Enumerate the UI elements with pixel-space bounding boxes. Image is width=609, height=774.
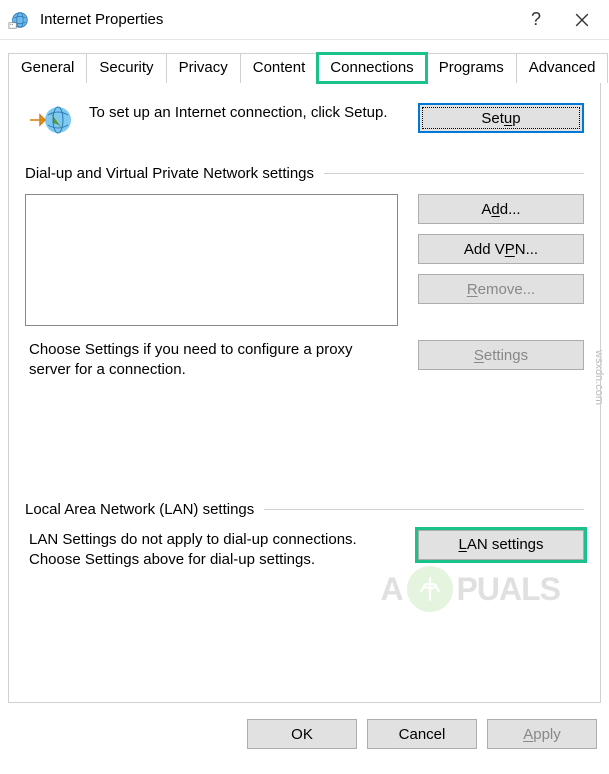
tab-panel-connections: To set up an Internet connection, click … — [8, 82, 601, 703]
tab-programs[interactable]: Programs — [426, 53, 517, 83]
remove-button: Remove... — [418, 274, 584, 304]
window-title: Internet Properties — [40, 11, 513, 28]
apply-button: Apply — [487, 719, 597, 749]
help-button[interactable]: ? — [513, 1, 559, 39]
dialup-group-label: Dial-up and Virtual Private Network sett… — [25, 165, 314, 182]
divider — [264, 509, 584, 510]
add-vpn-button[interactable]: Add VPN... — [418, 234, 584, 264]
internet-options-icon — [8, 9, 30, 31]
setup-button[interactable]: Setup — [418, 103, 584, 133]
tab-security[interactable]: Security — [86, 53, 166, 83]
connections-listbox[interactable] — [25, 194, 398, 326]
tab-advanced[interactable]: Advanced — [516, 53, 609, 83]
tab-general[interactable]: General — [8, 53, 87, 83]
lan-settings-button[interactable]: LAN settings — [418, 530, 584, 560]
connect-wizard-icon — [25, 103, 75, 137]
dialog-button-bar: OK Cancel Apply — [0, 711, 609, 759]
lan-description: LAN Settings do not apply to dial-up con… — [25, 530, 398, 571]
divider — [324, 173, 584, 174]
add-button[interactable]: Add... — [418, 194, 584, 224]
lan-group-header: Local Area Network (LAN) settings — [25, 501, 584, 518]
setup-description: To set up an Internet connection, click … — [89, 103, 404, 123]
cancel-button[interactable]: Cancel — [367, 719, 477, 749]
lan-group-label: Local Area Network (LAN) settings — [25, 501, 254, 518]
dialup-group-header: Dial-up and Virtual Private Network sett… — [25, 165, 584, 182]
proxy-description: Choose Settings if you need to configure… — [25, 340, 398, 381]
tab-strip: General Security Privacy Content Connect… — [8, 52, 601, 82]
ok-button[interactable]: OK — [247, 719, 357, 749]
tab-connections[interactable]: Connections — [317, 53, 426, 83]
title-bar: Internet Properties ? — [0, 0, 609, 40]
watermark: A PUALS — [380, 566, 560, 612]
tab-privacy[interactable]: Privacy — [166, 53, 241, 83]
settings-button: Settings — [418, 340, 584, 370]
tab-content[interactable]: Content — [240, 53, 319, 83]
close-button[interactable] — [559, 1, 605, 39]
